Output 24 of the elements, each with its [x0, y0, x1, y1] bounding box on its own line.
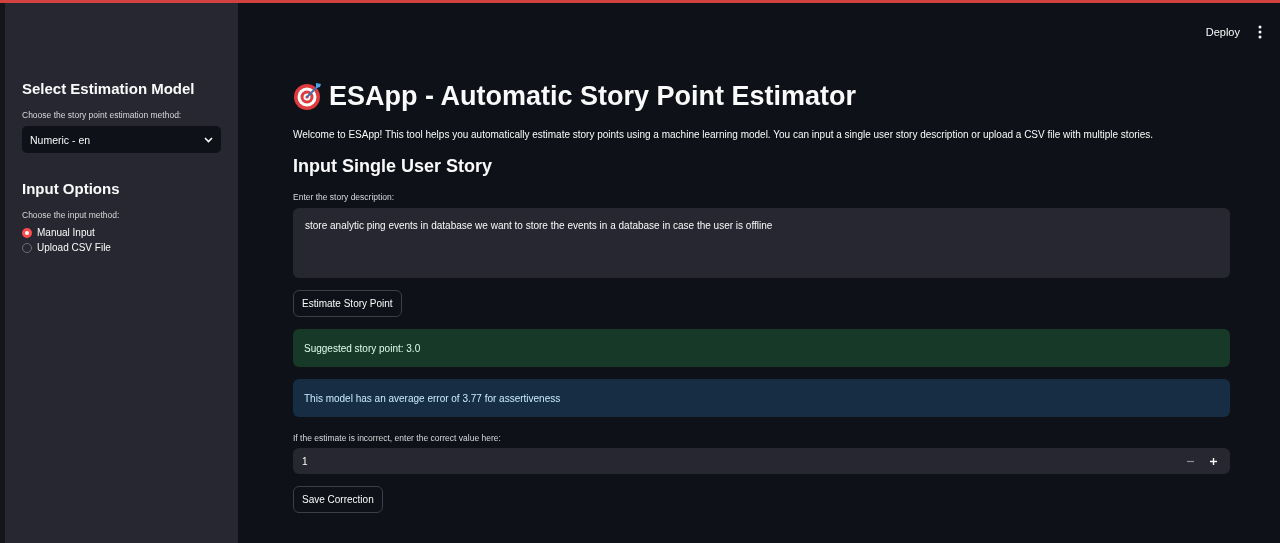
deploy-button[interactable]: Deploy [1201, 23, 1244, 41]
field-label: Choose the story point estimation method: [22, 109, 183, 121]
radio-option[interactable]: Manual Input [22, 227, 221, 238]
number-input[interactable]: 1 [293, 448, 1230, 474]
success-message: Suggested story point: 3.0 [293, 329, 1230, 367]
field-label: Enter the story description: [293, 192, 396, 202]
estimate-button[interactable]: Estimate Story Point [293, 290, 402, 317]
chevron-down-icon [204, 136, 213, 143]
field-label: If the estimate is incorrect, enter the correct value here: [293, 433, 502, 443]
section-heading: Input Single User Story [293, 156, 494, 176]
radio-dot[interactable] [22, 227, 32, 238]
story-textarea[interactable]: store analytic ping events in database we want to store the events in a database in case the user is offline [293, 208, 1230, 278]
save-button[interactable]: Save Correction [293, 486, 383, 513]
field-label: Choose the input method: [22, 209, 121, 221]
section-heading: Select Estimation Model [22, 79, 196, 99]
page-title: ESApp - Automatic Story Point Estimator [329, 80, 857, 112]
intro-text: Welcome to ESApp! This tool helps you automatically estimate story points using a machine learning model. You can input a single user story description or upload a CSV file with multiple stories. [293, 129, 1155, 140]
menu-icon[interactable] [1258, 25, 1262, 39]
section-heading: Input Options [22, 179, 121, 199]
model-select[interactable]: Numeric - en [22, 126, 221, 153]
info-message: This model has an average error of 3.77 for assertiveness [293, 379, 1230, 417]
target-icon [293, 81, 323, 111]
plus-icon [1210, 457, 1217, 465]
radio-option[interactable]: Upload CSV File [22, 242, 221, 253]
